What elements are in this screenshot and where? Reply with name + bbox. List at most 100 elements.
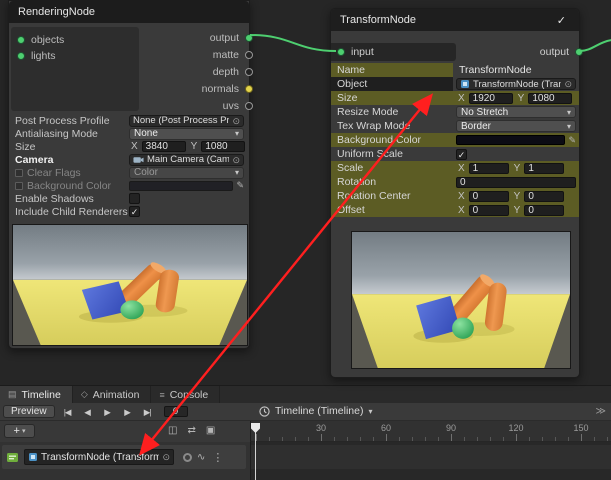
play-button[interactable]: ▶ — [100, 405, 115, 419]
scale-x-field[interactable]: 1 — [469, 163, 509, 174]
goto-end-button[interactable]: ▶| — [140, 405, 155, 419]
timeline-header-row: + ▾ ◫ ⇄ ▣ 306090120150 — [0, 421, 611, 442]
port-dot-icon[interactable] — [575, 48, 583, 56]
track-menu-icon[interactable]: ⋮ — [212, 451, 223, 464]
prop-row-tex-wrap-mode: Tex Wrap Mode Border ▾ — [331, 119, 579, 133]
clear-flags-override-checkbox[interactable] — [15, 169, 23, 177]
name-value[interactable]: TransformNode — [456, 64, 532, 76]
node-enabled-checkbox[interactable]: ✓ — [557, 14, 566, 27]
port-dot-icon[interactable] — [17, 36, 25, 44]
bottom-tab-bar: ▤ Timeline ◇ Animation ≡ Console — [0, 386, 611, 403]
resize-mode-dropdown[interactable]: No Stretch ▾ — [456, 106, 576, 118]
transform-node[interactable]: TransformNode ✓ input output Name Transf… — [330, 8, 580, 378]
preview-toggle-button[interactable]: Preview — [3, 405, 55, 418]
prop-row-name: Name TransformNode — [331, 63, 579, 77]
previous-frame-button[interactable]: ◀ — [80, 405, 95, 419]
size-y-field[interactable]: 1080 — [528, 93, 572, 104]
port-dot-icon[interactable] — [337, 48, 345, 56]
prop-row-enable-shadows: Enable Shadows — [9, 192, 249, 205]
track-binding-field[interactable]: TransformNode (Transform ⊙ — [24, 449, 174, 465]
playhead-line — [255, 432, 256, 480]
size-y-field[interactable]: 1080 — [201, 141, 245, 152]
add-track-button[interactable]: + ▾ — [4, 424, 35, 438]
prop-row-clear-flags: Clear Flags Color ▾ — [9, 166, 249, 179]
wire-rendering-to-transform[interactable] — [250, 35, 336, 51]
rendering-node[interactable]: RenderingNode objects lights output — [8, 0, 250, 349]
clock-icon — [259, 406, 270, 417]
wire-transform-output[interactable] — [580, 40, 611, 51]
size-x-field[interactable]: 3840 — [142, 141, 186, 152]
ripple-mode-icon[interactable]: ⇄ — [187, 425, 195, 436]
chevron-down-icon: ▾ — [235, 168, 239, 177]
port-uvs[interactable]: uvs — [223, 100, 253, 112]
track-type-icon — [6, 451, 19, 464]
port-dot-icon[interactable] — [245, 102, 253, 110]
camera-icon — [133, 155, 144, 164]
include-child-renderers-checkbox[interactable]: ✓ — [129, 206, 140, 217]
track-header-column: TransformNode (Transform ⊙ ∿ ⋮ — [0, 442, 250, 480]
background-color-swatch[interactable] — [129, 181, 233, 191]
port-dot-icon[interactable] — [245, 51, 253, 59]
rotation-field[interactable]: 0 — [456, 177, 576, 188]
rendering-node-header[interactable]: RenderingNode — [9, 1, 249, 23]
tab-animation[interactable]: ◇ Animation — [73, 386, 152, 403]
object-picker-icon[interactable]: ⊙ — [564, 79, 572, 89]
transform-node-header[interactable]: TransformNode ✓ — [331, 9, 579, 31]
rendering-node-ports: objects lights output matte depth — [9, 23, 249, 114]
node-graph-canvas[interactable]: RenderingNode objects lights output — [0, 0, 611, 385]
camera-object-field[interactable]: Main Camera (Camera) ⊙ — [129, 154, 244, 166]
tab-timeline[interactable]: ▤ Timeline — [0, 386, 73, 403]
next-frame-button[interactable]: ▶ — [120, 405, 135, 419]
port-output[interactable]: output — [210, 32, 253, 44]
current-frame-field[interactable]: 0 — [164, 406, 188, 417]
object-field[interactable]: TransformNode (Transform Node ⊙ — [456, 78, 576, 90]
chevron-down-icon: ▾ — [235, 129, 239, 138]
port-matte[interactable]: matte — [213, 49, 253, 61]
port-normals[interactable]: normals — [202, 83, 253, 95]
timeline-ruler[interactable]: 306090120150 — [250, 421, 611, 442]
port-dot-icon[interactable] — [245, 34, 253, 42]
port-objects[interactable]: objects — [17, 34, 64, 46]
scale-y-field[interactable]: 1 — [524, 163, 564, 174]
chevron-down-icon: ▾ — [567, 108, 571, 117]
goto-start-button[interactable]: |◀ — [60, 405, 75, 419]
tex-wrap-mode-dropdown[interactable]: Border ▾ — [456, 120, 576, 132]
background-color-override-checkbox[interactable] — [15, 182, 23, 190]
transform-node-io-row: input output — [331, 43, 579, 61]
timeline-options-icon[interactable]: ≫ — [596, 406, 606, 417]
tab-console[interactable]: ≡ Console — [151, 386, 220, 403]
object-picker-icon[interactable]: ⊙ — [162, 452, 170, 462]
replace-mode-icon[interactable]: ▣ — [206, 425, 215, 436]
timeline-track[interactable]: TransformNode (Transform ⊙ ∿ ⋮ — [2, 445, 246, 469]
eyedropper-icon[interactable]: ✎ — [236, 180, 244, 191]
record-button[interactable] — [183, 453, 192, 462]
size-x-field[interactable]: 1920 — [469, 93, 513, 104]
input-port[interactable]: input — [331, 43, 456, 61]
mix-mode-icon[interactable]: ◫ — [168, 425, 177, 436]
rotation-center-x-field[interactable]: 0 — [469, 191, 509, 202]
port-dot-icon[interactable] — [245, 85, 253, 93]
offset-y-field[interactable]: 0 — [524, 205, 564, 216]
object-picker-icon[interactable]: ⊙ — [232, 155, 240, 165]
post-process-profile-field[interactable]: None (Post Process Profile) ⊙ — [129, 115, 244, 127]
offset-x-field[interactable]: 0 — [469, 205, 509, 216]
port-depth[interactable]: depth — [213, 66, 253, 78]
object-picker-icon[interactable]: ⊙ — [232, 116, 240, 126]
track-lane[interactable] — [251, 445, 611, 469]
prop-row-include-child-renderers: Include Child Renderers ✓ — [9, 205, 249, 218]
enable-shadows-checkbox[interactable] — [129, 193, 140, 204]
port-dot-icon[interactable] — [17, 52, 25, 60]
clear-flags-dropdown[interactable]: Color ▾ — [129, 167, 244, 179]
port-dot-icon[interactable] — [245, 68, 253, 76]
curves-icon[interactable]: ∿ — [197, 452, 205, 463]
antialiasing-dropdown[interactable]: None ▾ — [129, 128, 244, 140]
track-lane-column[interactable] — [250, 442, 611, 480]
eyedropper-icon[interactable]: ✎ — [568, 135, 576, 146]
uniform-scale-checkbox[interactable]: ✓ — [456, 149, 467, 160]
rotation-center-y-field[interactable]: 0 — [524, 191, 564, 202]
background-color-swatch[interactable] — [456, 135, 565, 145]
output-port[interactable]: output — [540, 43, 579, 61]
timeline-asset-selector[interactable]: Timeline (Timeline) ▾ — [259, 405, 373, 417]
prop-row-antialiasing-mode: Antialiasing Mode None ▾ — [9, 127, 249, 140]
port-lights[interactable]: lights — [17, 50, 56, 62]
